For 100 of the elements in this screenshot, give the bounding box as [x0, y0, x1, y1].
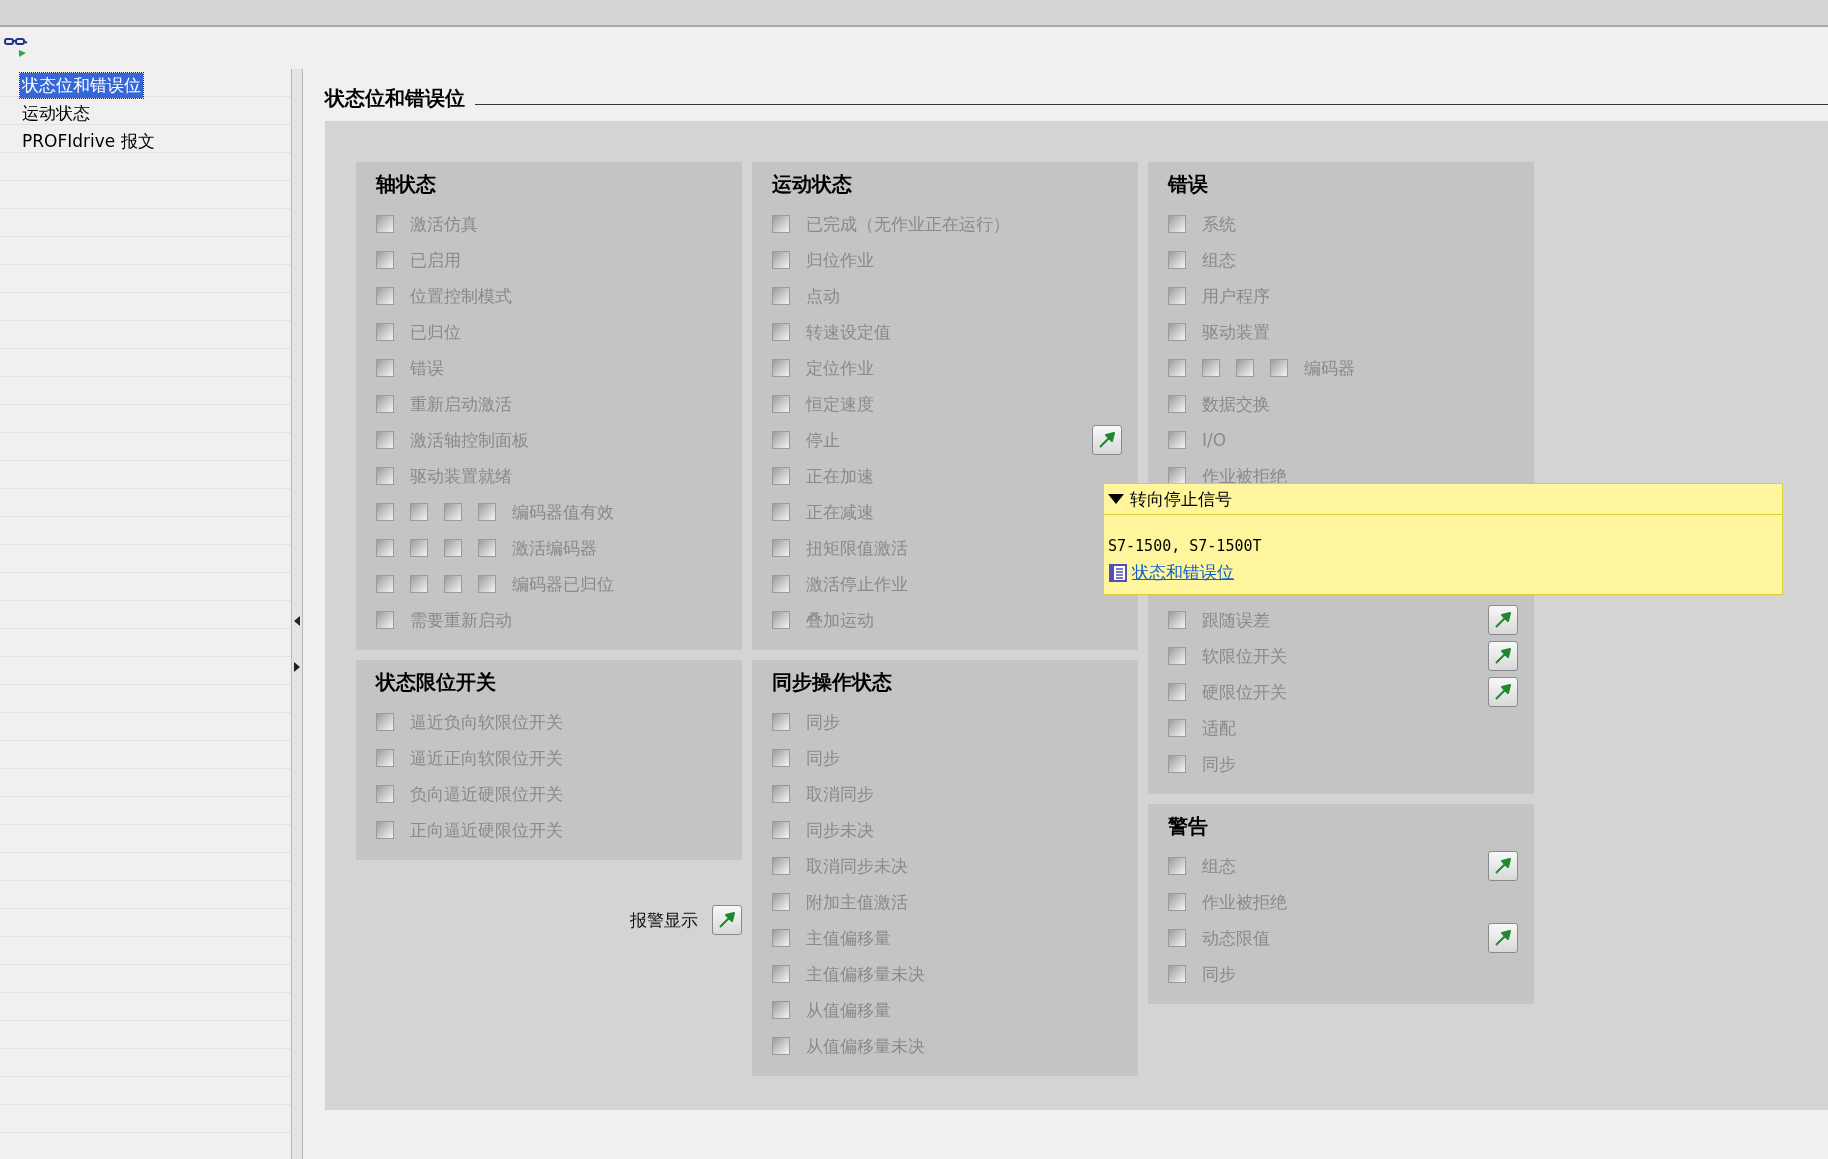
checkbox[interactable] — [1168, 857, 1186, 875]
sidebar-item[interactable]: 运动状态 — [20, 100, 92, 126]
checkbox[interactable] — [1168, 755, 1186, 773]
checkbox-label: 组态 — [1202, 248, 1237, 272]
glasses-icon[interactable] — [4, 36, 28, 60]
checkbox[interactable] — [772, 539, 790, 557]
checkbox[interactable] — [1168, 431, 1186, 449]
checkbox[interactable] — [410, 503, 428, 521]
checkbox[interactable] — [376, 215, 394, 233]
checkbox[interactable] — [772, 893, 790, 911]
sidebar-item[interactable]: PROFIdrive 报文 — [20, 128, 157, 154]
checkbox-label: 编码器值有效 — [512, 500, 615, 524]
checkbox[interactable] — [772, 1037, 790, 1055]
checkbox[interactable] — [376, 503, 394, 521]
checkbox[interactable] — [1168, 719, 1186, 737]
checkbox[interactable] — [1168, 965, 1186, 983]
checkbox[interactable] — [376, 467, 394, 485]
checkbox[interactable] — [376, 749, 394, 767]
checkbox[interactable] — [772, 929, 790, 947]
checkbox[interactable] — [1168, 893, 1186, 911]
sidebar-item[interactable]: 状态位和错误位 — [20, 72, 143, 98]
jump-button[interactable] — [712, 905, 742, 935]
checkbox[interactable] — [376, 431, 394, 449]
checkbox[interactable] — [772, 395, 790, 413]
checkbox[interactable] — [444, 503, 462, 521]
checkbox[interactable] — [772, 749, 790, 767]
checkbox[interactable] — [376, 713, 394, 731]
checkbox[interactable] — [1168, 395, 1186, 413]
checkbox-label: 附加主值激活 — [806, 890, 909, 914]
checkbox[interactable] — [772, 1001, 790, 1019]
checkbox[interactable] — [772, 503, 790, 521]
jump-button[interactable] — [1488, 851, 1518, 881]
checkbox[interactable] — [772, 713, 790, 731]
checkbox[interactable] — [376, 821, 394, 839]
checkbox[interactable] — [772, 215, 790, 233]
checkbox-label: 归位作业 — [806, 248, 875, 272]
checkbox-label: 驱动装置就绪 — [410, 464, 513, 488]
checkbox[interactable] — [1168, 323, 1186, 341]
checkbox-label: 已启用 — [410, 248, 462, 272]
help-link[interactable]: 状态和错误位 — [1132, 561, 1234, 584]
jump-button[interactable] — [1488, 605, 1518, 635]
arrow-icon — [1097, 430, 1117, 450]
jump-button[interactable] — [1488, 641, 1518, 671]
arrow-icon — [1493, 928, 1513, 948]
checkbox[interactable] — [1168, 683, 1186, 701]
checkbox-label: 跟随误差 — [1202, 608, 1271, 632]
collapse-left-icon[interactable] — [294, 616, 300, 626]
checkbox[interactable] — [1168, 929, 1186, 947]
checkbox[interactable] — [376, 611, 394, 629]
checkbox-label: 同步 — [806, 710, 841, 734]
checkbox[interactable] — [1168, 251, 1186, 269]
checkbox[interactable] — [376, 785, 394, 803]
checkbox[interactable] — [772, 287, 790, 305]
checkbox[interactable] — [772, 431, 790, 449]
checkbox[interactable] — [376, 251, 394, 269]
checkbox[interactable] — [376, 287, 394, 305]
checkbox[interactable] — [376, 575, 394, 593]
checkbox[interactable] — [772, 785, 790, 803]
checkbox[interactable] — [1202, 359, 1220, 377]
checkbox[interactable] — [478, 503, 496, 521]
checkbox[interactable] — [772, 611, 790, 629]
checkbox-label: 同步 — [1202, 752, 1237, 776]
panel-title: 状态限位开关 — [376, 669, 497, 696]
checkbox[interactable] — [772, 575, 790, 593]
checkbox[interactable] — [410, 539, 428, 557]
jump-button[interactable] — [1488, 923, 1518, 953]
checkbox[interactable] — [1270, 359, 1288, 377]
checkbox[interactable] — [444, 539, 462, 557]
checkbox[interactable] — [478, 539, 496, 557]
checkbox[interactable] — [772, 251, 790, 269]
checkbox-label: 逼近正向软限位开关 — [410, 746, 564, 770]
checkbox[interactable] — [376, 359, 394, 377]
section-title: 状态位和错误位 — [325, 84, 465, 112]
checkbox[interactable] — [410, 575, 428, 593]
checkbox[interactable] — [1236, 359, 1254, 377]
checkbox-label: 错误 — [410, 356, 445, 380]
checkbox-label: 主值偏移量 — [806, 926, 892, 950]
checkbox[interactable] — [772, 857, 790, 875]
checkbox-label: 系统 — [1202, 212, 1237, 236]
checkbox[interactable] — [444, 575, 462, 593]
checkbox[interactable] — [772, 821, 790, 839]
checkbox[interactable] — [376, 539, 394, 557]
checkbox[interactable] — [1168, 215, 1186, 233]
checkbox[interactable] — [478, 575, 496, 593]
checkbox[interactable] — [376, 323, 394, 341]
checkbox[interactable] — [1168, 287, 1186, 305]
jump-button[interactable] — [1488, 677, 1518, 707]
checkbox[interactable] — [772, 359, 790, 377]
checkbox[interactable] — [772, 467, 790, 485]
collapse-triangle-icon[interactable] — [1108, 494, 1124, 504]
checkbox[interactable] — [376, 395, 394, 413]
alarm-display-label: 报警显示 — [630, 908, 698, 932]
checkbox[interactable] — [1168, 647, 1186, 665]
checkbox[interactable] — [772, 965, 790, 983]
checkbox-label: 负向逼近硬限位开关 — [410, 782, 564, 806]
checkbox[interactable] — [772, 323, 790, 341]
checkbox[interactable] — [1168, 611, 1186, 629]
expand-right-icon[interactable] — [294, 662, 300, 672]
jump-button[interactable] — [1092, 425, 1122, 455]
checkbox[interactable] — [1168, 359, 1186, 377]
